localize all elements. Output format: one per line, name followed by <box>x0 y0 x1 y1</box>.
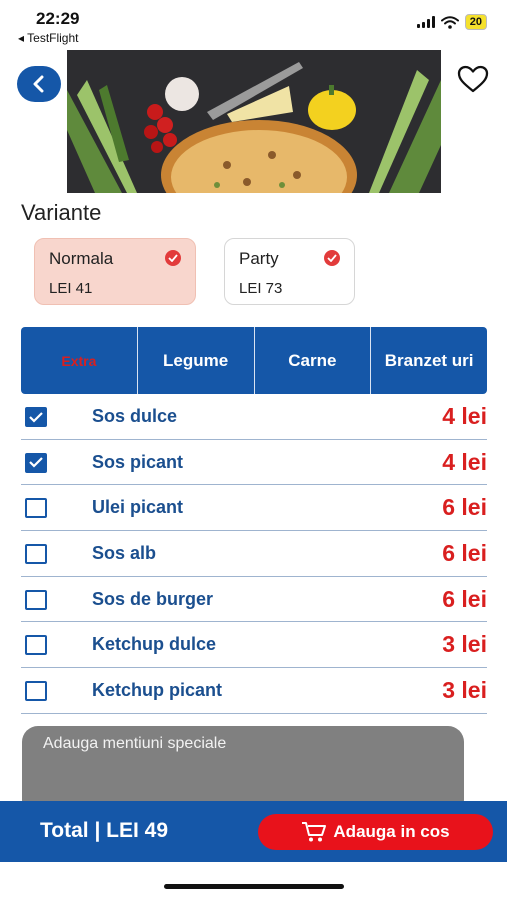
favorite-button[interactable] <box>454 62 492 96</box>
variant-normala[interactable]: Normala LEI 41 <box>34 238 196 305</box>
option-name: Ketchup picant <box>92 680 223 701</box>
option-price: 6 lei <box>442 494 487 521</box>
checkbox[interactable] <box>25 452 47 473</box>
chevron-left-icon <box>33 75 44 93</box>
option-price: 4 lei <box>442 403 487 429</box>
checkbox[interactable] <box>25 589 47 610</box>
checkbox[interactable] <box>25 407 47 427</box>
checkbox[interactable] <box>25 635 47 656</box>
list-item[interactable]: Sos picant 4 lei <box>21 440 487 486</box>
tab-extra[interactable]: Extra <box>21 327 137 394</box>
category-tabs: Extra Legume Carne Branzet uri <box>21 327 487 394</box>
variant-price: LEI 73 <box>239 280 283 297</box>
list-item[interactable]: Sos alb 6 lei <box>21 531 487 577</box>
variant-name: Normala <box>49 249 114 268</box>
list-item[interactable]: Sos dulce 4 lei <box>21 394 487 440</box>
status-time: 22:29 <box>36 9 80 28</box>
list-item[interactable]: Ketchup picant 3 lei <box>21 668 487 714</box>
cellular-signal-icon <box>416 16 435 28</box>
option-price: 3 lei <box>442 631 487 658</box>
check-circle-icon <box>324 250 340 266</box>
wifi-icon <box>440 15 459 29</box>
cart-icon <box>302 822 327 842</box>
option-price: 4 lei <box>442 448 487 475</box>
testflight-back-link[interactable]: ◂ TestFlight <box>18 31 79 45</box>
option-name: Sos dulce <box>92 406 178 426</box>
option-name: Sos alb <box>92 543 157 564</box>
variants-title: Variante <box>21 200 102 225</box>
check-circle-icon <box>165 250 181 266</box>
checkmark-icon <box>29 457 43 468</box>
home-indicator[interactable] <box>164 884 344 889</box>
checkmark-icon <box>29 411 43 423</box>
variant-party[interactable]: Party LEI 73 <box>224 238 355 305</box>
option-price: 3 lei <box>442 677 487 704</box>
option-name: Ketchup dulce <box>92 634 217 655</box>
variant-name: Party <box>239 249 279 268</box>
total-price: Total | LEI 49 <box>40 819 169 842</box>
checkbox[interactable] <box>25 544 47 565</box>
option-name: Sos picant <box>92 451 184 472</box>
list-item[interactable]: Ulei picant 6 lei <box>21 485 487 532</box>
battery-icon: 20 <box>464 14 487 30</box>
checkbox[interactable] <box>25 681 47 702</box>
tab-branzeturi[interactable]: Branzet uri <box>370 327 487 394</box>
bottom-bar: Total | LEI 49 Adauga in cos <box>0 801 507 862</box>
option-price: 6 lei <box>442 540 487 567</box>
list-item[interactable]: Ketchup dulce 3 lei <box>21 622 487 669</box>
status-icons: 20 <box>416 14 487 30</box>
tab-legume[interactable]: Legume <box>136 327 254 394</box>
option-name: Sos de burger <box>92 588 214 609</box>
extras-list: Sos dulce 4 lei Sos picant 4 lei Ulei pi… <box>21 394 487 714</box>
pizza-illustration <box>67 50 441 193</box>
back-button[interactable] <box>17 66 61 102</box>
add-to-cart-label: Adauga in cos <box>333 822 450 841</box>
status-bar: 22:29 ◂ TestFlight 20 <box>0 0 507 48</box>
option-price: 6 lei <box>442 585 487 612</box>
checkbox[interactable] <box>25 498 47 519</box>
product-image <box>67 50 441 193</box>
list-item[interactable]: Sos de burger 6 lei <box>21 577 487 623</box>
option-name: Ulei picant <box>92 497 184 518</box>
variant-price: LEI 41 <box>49 280 93 297</box>
add-to-cart-button[interactable]: Adauga in cos <box>258 814 493 850</box>
heart-icon <box>457 65 489 93</box>
tab-carne[interactable]: Carne <box>253 327 371 394</box>
